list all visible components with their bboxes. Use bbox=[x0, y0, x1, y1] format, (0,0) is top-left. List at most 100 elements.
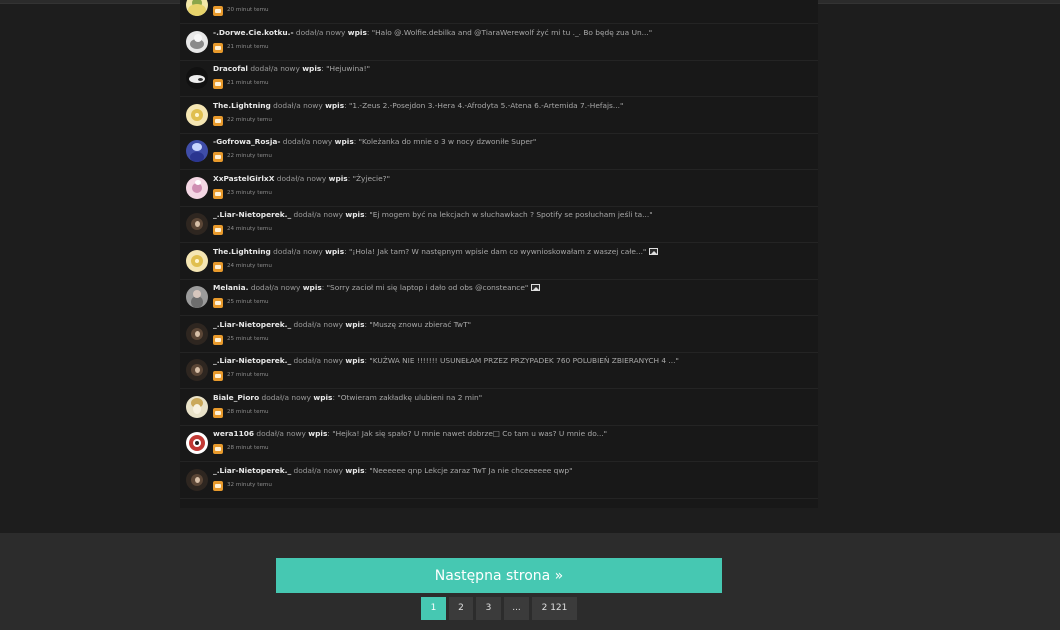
feed-row[interactable]: Dracofal dodał/a nowy wpis: "Hejuwina!" 2… bbox=[180, 62, 818, 97]
feed-row[interactable]: Melania. dodał/a nowy wpis: "Sorry zacio… bbox=[180, 281, 818, 316]
avatar[interactable] bbox=[186, 176, 208, 199]
entry-type-link[interactable]: wpis bbox=[313, 393, 332, 402]
entry-type-link[interactable]: wpis bbox=[345, 210, 364, 219]
entry-text: The.Lightning dodał/a nowy wpis: "1.-Zeu… bbox=[213, 100, 624, 110]
action-text: dodał/a nowy bbox=[282, 137, 333, 146]
entry-text: Biale_Pioro dodał/a nowy wpis: "Otwieram… bbox=[213, 392, 483, 402]
entry-type-link[interactable]: wpis bbox=[325, 101, 344, 110]
entry-type-link[interactable]: wpis bbox=[325, 247, 344, 256]
timestamp: 24 minuty temu bbox=[227, 262, 272, 269]
action-text: dodał/a nowy bbox=[293, 319, 344, 329]
avatar[interactable] bbox=[186, 213, 208, 235]
action-text: dodał/a nowy bbox=[295, 27, 346, 37]
timestamp: 20 minut temu bbox=[227, 7, 269, 13]
timestamp: 23 minuty temu bbox=[227, 189, 272, 196]
username-link[interactable]: _.Liar-Nietoperek._ bbox=[213, 320, 291, 329]
avatar[interactable] bbox=[186, 103, 208, 126]
username-link[interactable]: _.Liar-Nietoperek._ bbox=[213, 466, 291, 475]
feed-row[interactable]: Biale_Pioro dodał/a nowy wpis: "Otwieram… bbox=[180, 391, 818, 426]
avatar[interactable] bbox=[186, 30, 208, 53]
entry-message[interactable]: "Żyjecie?" bbox=[353, 174, 390, 183]
username-link[interactable]: The.Lightning bbox=[213, 101, 271, 110]
username-link[interactable]: XxPastelGirlxX bbox=[213, 174, 274, 183]
timestamp: 24 minuty temu bbox=[227, 226, 272, 232]
entry-text: The.Lightning dodał/a nowy wpis: "¡Hola!… bbox=[213, 246, 813, 257]
avatar[interactable] bbox=[186, 249, 208, 272]
entry-message[interactable]: "Sorry zacioł mi się laptop i dało od ob… bbox=[327, 283, 529, 292]
entry-message[interactable]: "¡Hola! Jak tam? W następnym wpisie dam … bbox=[349, 247, 646, 256]
feed-row[interactable]: -Gofrowa_Rosja- dodał/a nowy wpis: "Kole… bbox=[180, 135, 818, 170]
entry-type-link[interactable]: wpis bbox=[308, 429, 327, 438]
entry-type-link[interactable]: wpis bbox=[345, 320, 364, 329]
feed-row[interactable]: Susan.Riddle dodał/a nowy wpis: "Ok. Wcz… bbox=[180, 0, 818, 24]
entry-type-link[interactable]: wpis bbox=[348, 28, 367, 37]
entry-message[interactable]: "Hejka! Jak się spało? U mnie nawet dobr… bbox=[332, 429, 607, 438]
entry-message[interactable]: "Muszę znowu zbierać TwT" bbox=[369, 320, 471, 329]
timestamp: 28 minut temu bbox=[227, 445, 269, 451]
entry-message[interactable]: "Koleżanka do mnie o 3 w nocy dzwoniłe S… bbox=[359, 137, 537, 146]
action-text: dodał/a nowy bbox=[261, 392, 312, 402]
entry-type-link[interactable]: wpis bbox=[329, 174, 348, 183]
activity-feed: Susan.Riddle dodał/a nowy wpis: "Ok. Wcz… bbox=[180, 0, 818, 508]
avatar[interactable] bbox=[186, 286, 208, 308]
post-type-icon bbox=[213, 225, 223, 235]
feed-row[interactable]: The.Lightning dodał/a nowy wpis: "¡Hola!… bbox=[180, 245, 818, 280]
post-type-icon bbox=[213, 42, 223, 53]
avatar[interactable] bbox=[186, 140, 208, 162]
entry-type-link[interactable]: wpis bbox=[345, 466, 364, 475]
username-link[interactable]: -Gofrowa_Rosja- bbox=[213, 137, 280, 146]
avatar[interactable] bbox=[186, 0, 208, 16]
avatar[interactable] bbox=[186, 322, 208, 345]
feed-row[interactable]: wera1106 dodał/a nowy wpis: "Hejka! Jak … bbox=[180, 427, 818, 462]
avatar[interactable] bbox=[186, 359, 208, 381]
action-text: dodał/a nowy bbox=[293, 356, 344, 365]
entry-message[interactable]: "Halo @.Wolfie.debilka and @TiaraWerewol… bbox=[372, 28, 652, 37]
feed-row[interactable]: _.Liar-Nietoperek._ dodał/a nowy wpis: "… bbox=[180, 464, 818, 499]
entry-type-link[interactable]: wpis bbox=[303, 283, 322, 292]
entry-type-link[interactable]: wpis bbox=[302, 64, 321, 73]
username-link[interactable]: Biale_Pioro bbox=[213, 393, 259, 402]
timestamp: 22 minuty temu bbox=[227, 153, 272, 159]
action-text: dodał/a nowy bbox=[293, 210, 344, 219]
post-type-icon bbox=[213, 261, 223, 272]
username-link[interactable]: The.Lightning bbox=[213, 247, 271, 256]
username-link[interactable]: _.Liar-Nietoperek._ bbox=[213, 210, 291, 219]
entry-type-link[interactable]: wpis bbox=[335, 137, 354, 146]
feed-row[interactable]: _.Liar-Nietoperek._ dodał/a nowy wpis: "… bbox=[180, 354, 818, 389]
username-link[interactable]: _.Liar-Nietoperek._ bbox=[213, 356, 291, 365]
entry-message[interactable]: "Neeeeee qnp Lekcje zaraz TwT Ja nie chc… bbox=[369, 466, 572, 475]
avatar[interactable] bbox=[186, 395, 208, 418]
entry-text: _.Liar-Nietoperek._ dodał/a nowy wpis: "… bbox=[213, 210, 653, 219]
entry-message[interactable]: "KUŹWA NIE !!!!!!! USUNEŁAM PRZEZ PRZYPA… bbox=[369, 356, 679, 365]
entry-text: Melania. dodał/a nowy wpis: "Sorry zacio… bbox=[213, 282, 813, 293]
username-link[interactable]: Melania. bbox=[213, 283, 248, 292]
page-3-button[interactable]: 3 bbox=[476, 597, 501, 620]
entry-type-link[interactable]: wpis bbox=[345, 356, 364, 365]
avatar[interactable] bbox=[186, 432, 208, 454]
page-last-button[interactable]: 2 121 bbox=[532, 597, 577, 620]
feed-row[interactable]: The.Lightning dodał/a nowy wpis: "1.-Zeu… bbox=[180, 99, 818, 134]
feed-row[interactable]: XxPastelGirlxX dodał/a nowy wpis: "Żyjec… bbox=[180, 172, 818, 207]
post-type-icon bbox=[213, 6, 223, 16]
next-page-button[interactable]: Następna strona » bbox=[276, 558, 722, 593]
avatar[interactable] bbox=[186, 468, 208, 491]
feed-row[interactable]: -.Dorwe.Cie.kotku.- dodał/a nowy wpis: "… bbox=[180, 26, 818, 61]
entry-text: Susan.Riddle dodał/a nowy wpis: "Ok. Wcz… bbox=[213, 0, 813, 1]
entry-message[interactable]: "Otwieram zakładkę ulubieni na 2 min" bbox=[337, 393, 482, 402]
avatar[interactable] bbox=[186, 67, 208, 89]
username-link[interactable]: wera1106 bbox=[213, 429, 254, 438]
action-text: dodał/a nowy bbox=[273, 246, 323, 256]
post-type-icon bbox=[213, 115, 223, 126]
entry-text: _.Liar-Nietoperek._ dodał/a nowy wpis: "… bbox=[213, 319, 471, 329]
page-2-button[interactable]: 2 bbox=[449, 597, 473, 620]
entry-message[interactable]: "1.-Zeus 2.-Posejdon 3.-Hera 4.-Afrodyta… bbox=[349, 101, 623, 110]
feed-row[interactable]: _.Liar-Nietoperek._ dodał/a nowy wpis: "… bbox=[180, 208, 818, 243]
entry-message[interactable]: "Hejuwina!" bbox=[326, 64, 370, 73]
page-1-button[interactable]: 1 bbox=[421, 597, 446, 620]
username-link[interactable]: Dracofal bbox=[213, 64, 248, 73]
entry-message[interactable]: "Ej mogem być na lekcjach w słuchawkach … bbox=[369, 210, 652, 219]
entry-text: Dracofal dodał/a nowy wpis: "Hejuwina!" bbox=[213, 64, 371, 73]
feed-row[interactable]: _.Liar-Nietoperek._ dodał/a nowy wpis: "… bbox=[180, 318, 818, 353]
post-type-icon bbox=[213, 480, 223, 491]
username-link[interactable]: -.Dorwe.Cie.kotku.- bbox=[213, 28, 294, 37]
